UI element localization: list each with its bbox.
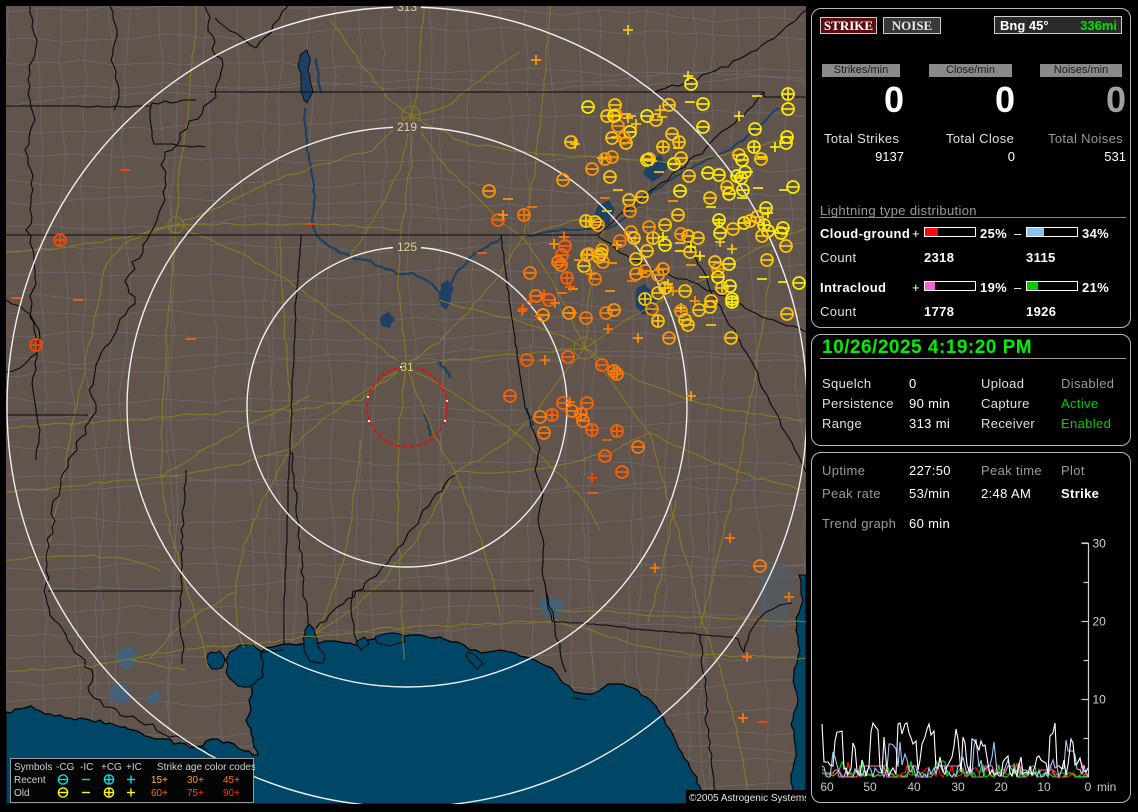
svg-text:30+: 30+	[187, 775, 204, 786]
svg-text:-CG: -CG	[56, 762, 75, 773]
svg-text:-IC: -IC	[80, 762, 93, 773]
svg-text:219: 219	[397, 120, 417, 134]
svg-text:75+: 75+	[187, 788, 204, 799]
svg-text:Recent: Recent	[14, 775, 46, 786]
svg-text:©2005 Astrogenic Systems: ©2005 Astrogenic Systems	[689, 793, 809, 804]
svg-text:Symbols: Symbols	[14, 762, 52, 773]
svg-text:125: 125	[397, 240, 417, 254]
svg-text:Old: Old	[14, 788, 30, 799]
svg-text:15+: 15+	[151, 775, 168, 786]
svg-text:60+: 60+	[151, 788, 168, 799]
svg-text:90+: 90+	[223, 788, 240, 799]
svg-text:+IC: +IC	[126, 762, 142, 773]
svg-text:+CG: +CG	[101, 762, 122, 773]
svg-text:Strike age color codes: Strike age color codes	[157, 762, 255, 773]
svg-text:313: 313	[397, 0, 417, 14]
svg-text:45+: 45+	[223, 775, 240, 786]
svg-text:31: 31	[400, 360, 414, 374]
